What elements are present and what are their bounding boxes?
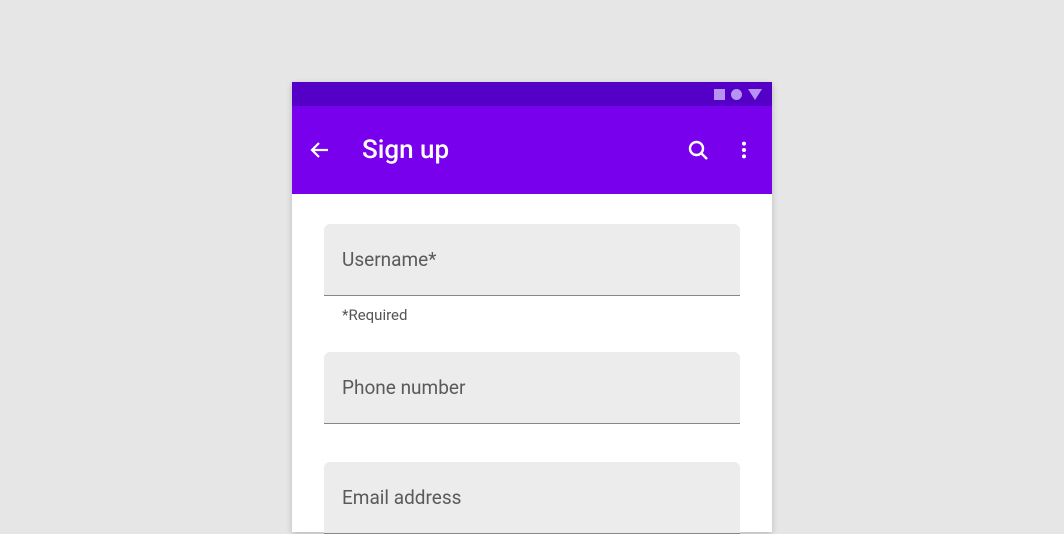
form-content: Username* *Required Phone number Email a… [292, 194, 772, 534]
search-icon [686, 137, 710, 163]
app-bar: Sign up [292, 106, 772, 194]
username-helper: *Required [342, 306, 740, 324]
username-field[interactable]: Username* [324, 224, 740, 296]
search-button[interactable] [686, 138, 710, 162]
status-bar [292, 82, 772, 106]
username-label: Username* [342, 248, 722, 271]
more-vert-icon [733, 139, 755, 161]
back-button[interactable] [308, 138, 332, 162]
status-square-icon [714, 89, 725, 100]
status-circle-icon [731, 89, 742, 100]
status-triangle-icon [748, 89, 762, 100]
email-field[interactable]: Email address [324, 462, 740, 534]
page-title: Sign up [362, 135, 664, 165]
device-frame: Sign up Username* *Required Phone number… [292, 82, 772, 532]
phone-field[interactable]: Phone number [324, 352, 740, 424]
phone-label: Phone number [342, 376, 722, 399]
arrow-left-icon [308, 137, 332, 163]
more-button[interactable] [732, 138, 756, 162]
email-label: Email address [342, 486, 722, 509]
